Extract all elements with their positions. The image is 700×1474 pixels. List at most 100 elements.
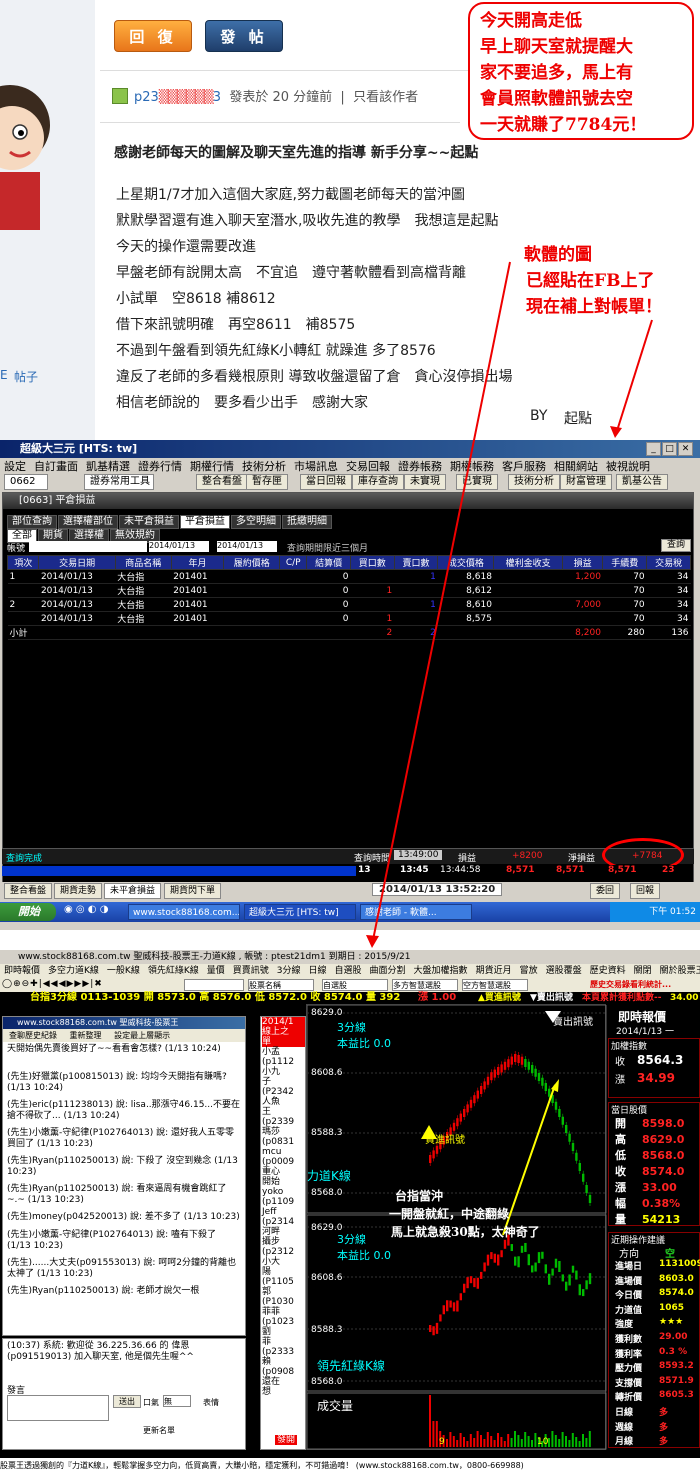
column-header[interactable]: C/P [279,555,308,570]
open-button[interactable]: 發開 [275,1435,298,1445]
user-name[interactable]: 王 [262,1107,305,1117]
menu-item[interactable]: 證券行情 [138,460,182,473]
menu-item[interactable]: 相關網站 [554,460,598,473]
menu-item[interactable]: 交易回報 [346,460,390,473]
table-row[interactable]: 2014/01/13 大台指 201401 0 1 8,612 70 34 [7,583,691,598]
user-name[interactable]: (p2333 [262,1347,305,1357]
user-name[interactable]: 劉 [262,1327,305,1337]
menu-item[interactable]: 凱基精選 [86,460,130,473]
user-name[interactable]: 菲菲 [262,1307,305,1317]
menu-item[interactable]: 買賣訊號 [233,966,269,976]
chat-log[interactable]: 天開始偶先賣後買好了~~看看會怎樣? (1/13 10:24) (先生)好獵黨(… [3,1042,245,1306]
column-header[interactable]: 交易稅 [646,555,691,570]
menu-item[interactable]: 領先紅綠K線 [148,966,199,976]
menu-item[interactable]: 客戶服務 [502,460,546,473]
user-name[interactable]: 河畔 [262,1227,305,1237]
user-name[interactable]: (p2339 [262,1117,305,1127]
stock-name-select[interactable]: 股票名稱 [248,979,314,991]
message-input[interactable] [7,1395,109,1421]
report-button[interactable]: 回報 [630,883,661,899]
user-name[interactable]: mcu [262,1147,305,1157]
toolbar-button[interactable]: 技術分析 [508,474,560,490]
symbol-input[interactable] [184,979,244,991]
table-row[interactable]: 1 2014/01/13 大台指 201401 0 1 8,618 1,200 70 34 [7,569,691,584]
user-name[interactable]: 還在 [262,1377,305,1387]
column-header[interactable]: 年月 [170,555,225,570]
user-name[interactable]: 賴 [262,1357,305,1367]
menu-item[interactable]: 歷史資料 [590,966,626,976]
column-header[interactable]: 手續費 [602,555,648,570]
toolbar-button[interactable]: 未實現 [404,474,446,490]
menu-item[interactable]: 量價 [207,966,225,976]
menu-item[interactable]: 大盤加權指數 [414,966,468,976]
user-name[interactable]: (P1030 [262,1297,305,1307]
menu-item[interactable]: 日線 [309,966,327,976]
bottom-tab[interactable]: 期貨閃下單 [164,883,222,899]
menu-item[interactable]: 關於股票王 [660,966,700,976]
column-header[interactable]: 交易日期 [38,555,116,570]
online-user-list[interactable]: 2014/1 線上之 單 小孟 (p1112 小九子 (P2342 人魚王 (p2339 瑪… [260,1016,306,1450]
bottom-tab[interactable]: 期貨走勢 [54,883,103,899]
query-button[interactable]: 查詢 [661,539,692,552]
menu-item[interactable]: 選股覆盤 [546,966,582,976]
long-select[interactable]: 多方智慧選股 [392,979,458,991]
user-name[interactable]: (p0831 [262,1137,305,1147]
toolbar-button[interactable]: 當日回報 [300,474,352,490]
tools-combo[interactable]: 證券常用工具 [84,474,154,490]
user-name[interactable]: (p0009 [262,1157,305,1167]
menu-item[interactable]: 市場訊息 [294,460,338,473]
user-name[interactable]: 重心 [262,1167,305,1177]
history-link[interactable]: 歷史交易錄看利統計... [590,979,671,990]
reply-button[interactable]: 回 復 [114,20,192,52]
column-header[interactable]: 賣口數 [393,555,439,570]
user-name[interactable]: Jeff [262,1207,305,1217]
menu-item[interactable]: 嘗放 [520,966,538,976]
close-button[interactable]: ✕ [678,442,693,456]
only-author-link[interactable]: 只看該作者 [353,90,418,105]
menu-item[interactable]: 即時報價 [4,966,40,976]
column-header[interactable]: 商品名稱 [114,555,172,570]
chat-ontop-button[interactable]: 設定最上層顯示 [114,1031,170,1040]
date-to-field[interactable]: 2014/01/13 [217,541,277,552]
tab-collateral[interactable]: 抵繳明細 [282,515,332,529]
menu-item[interactable]: 自訂畫面 [34,460,78,473]
menu-item[interactable]: 被視說明 [606,460,650,473]
user-name[interactable]: yoko [262,1187,305,1197]
user-name[interactable]: (p1023 [262,1317,305,1327]
sidebar-link-posts[interactable]: 帖子 [14,368,38,385]
maximize-button[interactable]: □ [662,442,677,456]
stock-code-field[interactable]: 0662 [4,474,48,490]
refresh-list-button[interactable]: 更新名單 [143,1425,175,1436]
watchlist-select[interactable]: 自選股 [322,979,388,991]
order-reply-button[interactable]: 委回 [590,883,621,899]
short-select[interactable]: 空方智慧選股 [462,979,528,991]
column-header[interactable]: 項次 [6,555,40,570]
user-name[interactable]: (p2312 [262,1247,305,1257]
toolbar-button[interactable]: 整合看盤 [196,474,248,490]
column-header[interactable]: 履約價格 [223,555,281,570]
bottom-tab[interactable]: 整合看盤 [4,883,53,899]
menu-item[interactable]: 曲面分割 [370,966,406,976]
column-header[interactable]: 買口數 [349,555,395,570]
account-select[interactable] [29,541,147,552]
menu-item[interactable]: 證券帳務 [398,460,442,473]
user-name[interactable]: 瑪莎 [262,1127,305,1137]
user-name[interactable]: 人魚 [262,1097,305,1107]
user-name[interactable]: 菲 [262,1337,305,1347]
column-header[interactable]: 損益 [561,555,604,570]
menu-item[interactable]: 多空力道K線 [48,966,99,976]
table-row[interactable]: 2014/01/13 大台指 201401 0 1 8,575 70 34 [7,611,691,626]
toolbar-button[interactable]: 凱基公告 [616,474,668,490]
chat-refresh-button[interactable]: 重新整理 [70,1031,102,1040]
table-row[interactable]: 2 2014/01/13 大台指 201401 0 1 8,610 7,000 70 34 [7,597,691,612]
minimize-button[interactable]: _ [646,442,661,456]
user-name[interactable]: (P2342 [262,1087,305,1097]
user-name[interactable]: (p1109 [262,1197,305,1207]
user-name[interactable]: (p0908 [262,1367,305,1377]
user-name[interactable]: 開始 [262,1177,305,1187]
user-name[interactable]: 陽 [262,1267,305,1277]
user-name[interactable]: 攝步 [262,1237,305,1247]
user-name[interactable]: 郭 [262,1287,305,1297]
tab-closed-pnl[interactable]: 平倉損益 [180,515,230,529]
column-header[interactable]: 結算價 [306,555,351,570]
